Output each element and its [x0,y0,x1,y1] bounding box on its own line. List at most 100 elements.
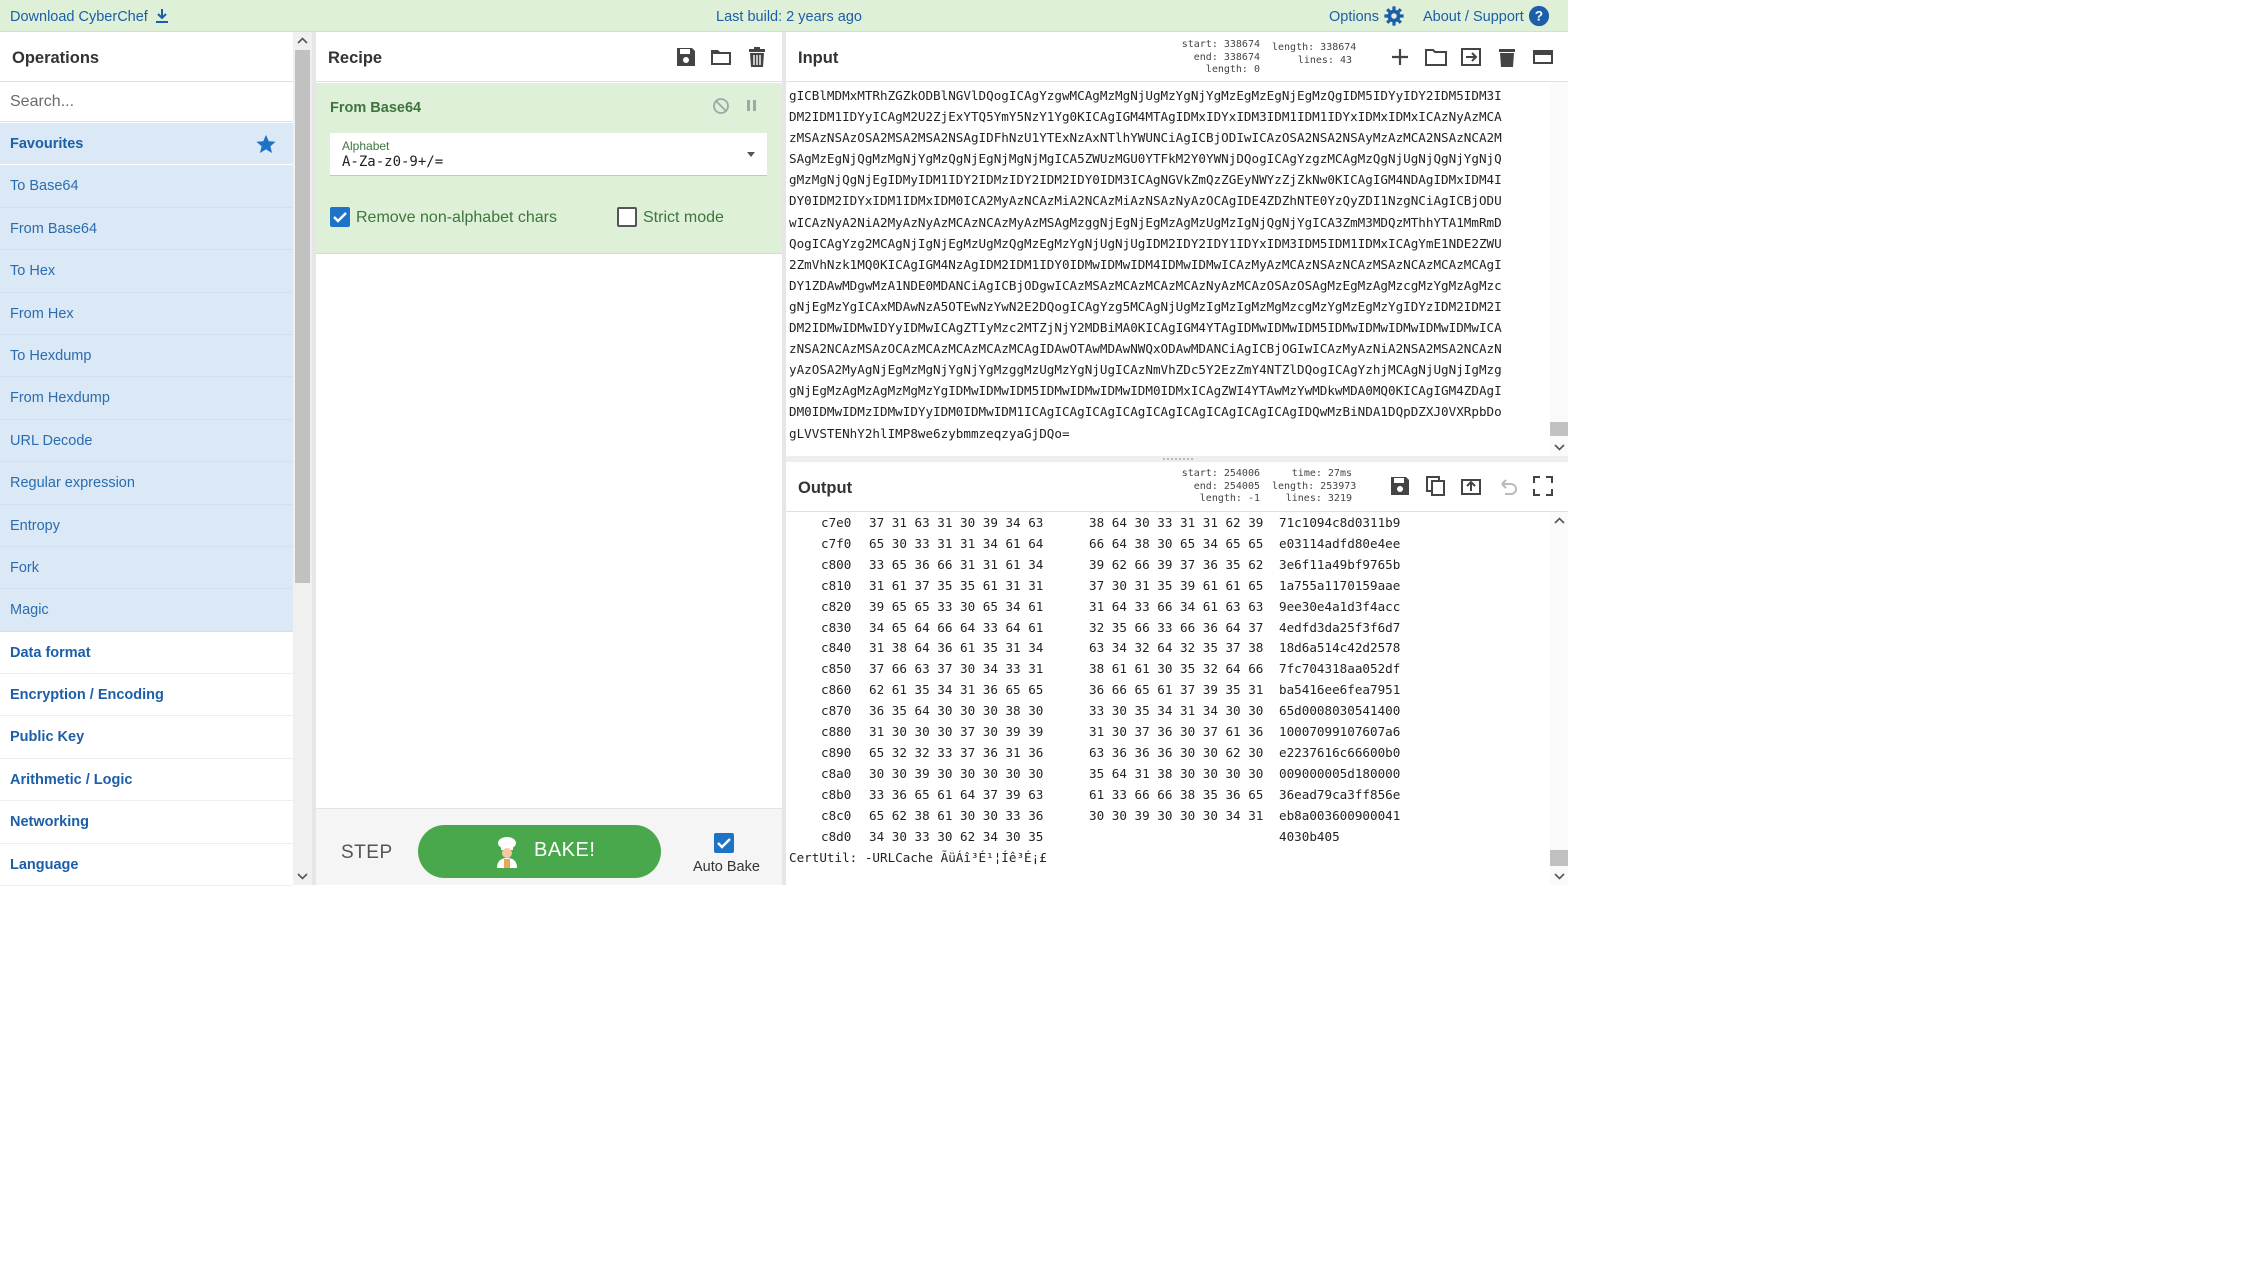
clear-input-icon[interactable] [1496,46,1518,68]
remove-non-alphabet-label: Remove non-alphabet chars [356,209,558,226]
copy-icon[interactable] [1425,475,1447,497]
op-label: Language [10,856,79,873]
open-file-icon[interactable] [1460,46,1482,68]
open-folder-icon[interactable] [1425,46,1447,68]
strict-mode-checkbox[interactable] [617,207,637,227]
favourite-op-item[interactable]: Regular expression [0,462,293,505]
hexdump-offset: c830 [821,619,852,635]
alphabet-label: Alphabet [342,139,390,153]
about-support-button[interactable]: About / Support? [1423,0,1550,32]
hexdump-ascii: eb8a003600900041 [1279,807,1401,823]
output-scrollbar[interactable] [1550,512,1568,885]
favourite-op-item[interactable]: To Base64 [0,165,293,208]
options-button[interactable]: Options [1329,0,1405,32]
hexdump-hex1: 36 35 64 30 30 30 38 30 [869,703,1044,719]
save-icon[interactable] [675,46,697,68]
output-title: Output [798,479,853,497]
remove-non-alphabet-checkbox[interactable] [330,207,350,227]
output-length-row: length: 253973 [1272,480,1357,492]
operations-scrollbar[interactable] [293,32,312,885]
hexdump-row: c820 39 65 65 33 30 65 34 61 31 64 33 66 3… [789,597,1549,618]
favourite-op-item[interactable]: From Base64 [0,207,293,251]
favourite-op-item[interactable]: To Hex [0,250,293,293]
save-output-icon[interactable] [1389,475,1411,497]
scroll-up-icon[interactable] [297,36,308,46]
category-item[interactable]: Encryption / Encoding [0,674,293,717]
bake-button[interactable]: BAKE! [418,825,661,878]
input-header: Input start: 338674 end: 338674 length: … [786,32,1568,82]
input-line: DY1ZDAwMDgwMzA1NDE0MDANCiAgICBjODgwICAzM… [789,277,1502,293]
favourite-op-item[interactable]: From Hex [0,292,293,335]
favourite-op-item[interactable]: To Hexdump [0,334,293,378]
favourites-category[interactable]: Favourites [0,123,293,166]
category-item[interactable]: Data format [0,631,293,675]
hexdump-offset: c840 [821,640,852,656]
op-label: Magic [10,602,49,619]
replace-input-icon[interactable] [1460,475,1482,497]
hexdump-hex1: 33 65 36 66 31 31 61 34 [869,556,1044,572]
favourite-op-item[interactable]: From Hexdump [0,377,293,420]
input-textarea[interactable]: gICBlMDMxMTRhZGZkODBlNGVlDQogICAgYzgwMCA… [789,85,1549,444]
layout-icon[interactable] [1532,46,1554,68]
favourite-op-item[interactable]: URL Decode [0,419,293,463]
hexdump-hex2: 63 36 36 36 30 30 62 30 [1089,744,1264,760]
undo-icon[interactable] [1496,475,1518,497]
hexdump-row: c810 31 61 37 35 35 61 31 31 37 30 31 35 3… [789,576,1549,597]
favourite-op-item[interactable]: Fork [0,546,293,590]
hexdump-ascii: 18d6a514c42d2578 [1279,640,1401,656]
help-icon: ? [1528,5,1549,27]
auto-bake-checkbox[interactable] [714,833,734,853]
disable-icon[interactable] [712,97,730,115]
pause-icon[interactable] [745,98,759,114]
hexdump-hex2: 38 64 30 33 31 31 62 39 [1089,515,1264,530]
hexdump-row: c8b0 33 36 65 61 64 37 39 63 61 33 66 66 3… [789,785,1549,806]
hexdump-row: c8c0 65 62 38 61 30 30 33 36 30 30 39 30 3… [789,806,1549,827]
operations-scroll-thumb[interactable] [295,50,310,583]
scroll-down-icon[interactable] [1554,871,1565,881]
hexdump-hex2: 36 66 65 61 37 39 35 31 [1089,682,1264,698]
folder-icon[interactable] [710,46,732,68]
resize-grip[interactable] [1163,458,1193,460]
hexdump-offset: c7e0 [821,515,852,530]
input-title: Input [798,49,839,67]
step-button[interactable]: STEP [341,842,393,864]
input-line: gICBlMDMxMTRhZGZkODBlNGVlDQogICAgYzgwMCA… [789,88,1502,103]
category-item[interactable]: Arithmetic / Logic [0,758,293,802]
output-text[interactable]: c7e0 37 31 63 31 30 39 34 63 38 64 30 33 3… [789,513,1549,868]
hexdump-ascii: 65d0008030541400 [1279,703,1401,719]
op-label: Networking [10,814,89,831]
op-label: To Hexdump [10,347,92,364]
maximise-icon[interactable] [1532,475,1554,497]
category-item[interactable]: Public Key [0,716,293,759]
input-line: zNSA2NCAzMSAzOCAzMCAzMCAzMCAzMCAgIDAwOTA… [789,341,1502,357]
input-panel: Input start: 338674 end: 338674 length: … [786,32,1568,456]
operations-search-input[interactable] [0,82,293,122]
scroll-down-icon[interactable] [297,871,308,881]
alphabet-select[interactable]: Alphabet A-Za-z0-9+/= [330,133,767,176]
hexdump-offset: c820 [821,598,852,614]
add-tab-icon[interactable] [1389,46,1411,68]
hexdump-row: c870 36 35 64 30 30 30 38 30 33 30 35 34 3… [789,701,1549,722]
scroll-up-icon[interactable] [1554,516,1565,526]
scroll-down-icon[interactable] [1554,442,1565,452]
hexdump-row: c830 34 65 64 66 64 33 64 61 32 35 66 33 6… [789,618,1549,639]
trash-icon[interactable] [746,46,768,68]
input-line: DM2IDMwIDMwIDYyIDMwICAgZTIyMzc2MTZjNjY2M… [789,320,1502,336]
hexdump-row: c860 62 61 35 34 31 36 65 65 36 66 65 61 3… [789,680,1549,701]
hexdump-hex2: 35 64 31 38 30 30 30 30 [1089,765,1264,781]
hexdump-row: c7f0 65 30 33 31 31 34 61 64 66 64 38 30 6… [789,534,1549,555]
input-selection-stats: start: 338674 end: 338674 length: 0 [1176,39,1260,77]
output-scroll-thumb[interactable] [1550,850,1568,866]
input-scrollbar[interactable] [1550,82,1568,456]
input-lines-row: lines: 43 [1297,54,1352,66]
input-scroll-thumb[interactable] [1550,422,1568,436]
category-item[interactable]: Networking [0,801,293,844]
hexdump-hex2: 39 62 66 39 37 36 35 62 [1089,556,1264,572]
favourite-op-item[interactable]: Entropy [0,504,293,547]
hexdump-hex1: 39 65 65 33 30 65 34 61 [869,598,1044,614]
recipe-operation-from-base64[interactable]: From Base64 Alphabet A-Za-z0-9+/= Remove… [316,83,782,254]
hexdump-hex1: 30 30 39 30 30 30 30 30 [869,765,1044,781]
category-item[interactable]: Language [0,843,293,887]
favourite-op-item[interactable]: Magic [0,589,293,632]
hexdump-offset: c890 [821,744,852,760]
